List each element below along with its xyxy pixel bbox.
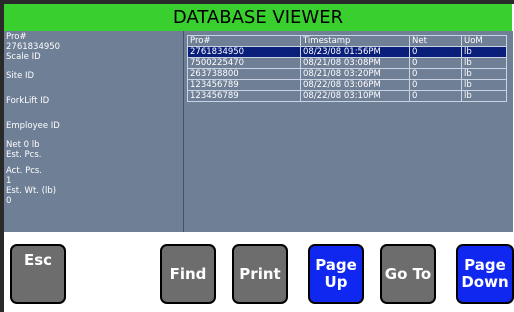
table-row[interactable]: 123456789 08/22/08 03:10PM 0 lb <box>187 90 507 102</box>
button-bar: Esc Find Print Page Up Go To Page Down <box>4 232 514 312</box>
employee-id-label: Employee ID <box>6 121 60 131</box>
table-cell: lb <box>461 90 507 102</box>
table-cell: lb <box>461 79 507 91</box>
esc-button[interactable]: Esc <box>10 244 66 304</box>
page-up-button[interactable]: Page Up <box>308 244 364 304</box>
title-bar: DATABASE VIEWER <box>4 4 512 32</box>
pro-label: Pro# <box>6 32 27 42</box>
page-title: DATABASE VIEWER <box>172 7 344 28</box>
go-to-button[interactable]: Go To <box>380 244 436 304</box>
table-row[interactable]: 263738800 08/21/08 03:20PM 0 lb <box>187 68 507 80</box>
table-row[interactable]: 123456789 08/22/08 03:06PM 0 lb <box>187 79 507 91</box>
site-id-label: Site ID <box>6 71 35 81</box>
find-button[interactable]: Find <box>160 244 216 304</box>
table-cell: 0 <box>409 57 462 69</box>
find-button-label: Find <box>169 264 207 283</box>
est-wt-value: 0 <box>6 196 12 206</box>
est-wt-label: Est. Wt. (lb) <box>6 186 57 196</box>
table-row[interactable]: 2761834950 08/23/08 01:56PM 0 lb <box>187 46 507 58</box>
table-cell: 263738800 <box>187 68 301 80</box>
table-cell: 7500225470 <box>187 57 301 69</box>
forklift-id-label: ForkLift ID <box>6 96 50 106</box>
esc-button-label: Esc <box>23 251 53 269</box>
act-pcs-value: 1 <box>6 176 12 186</box>
table-cell: 123456789 <box>187 90 301 102</box>
table-cell: 123456789 <box>187 79 301 91</box>
est-pcs-label: Est. Pcs. <box>6 150 42 160</box>
table-header-row: Pro# Timestamp Net UoM <box>187 35 507 47</box>
go-to-button-label: Go To <box>384 264 432 283</box>
column-header-net: Net <box>409 35 462 47</box>
page-down-button[interactable]: Page Down <box>456 244 514 304</box>
record-details-panel: Pro# 2761834950 Scale ID Site ID ForkLif… <box>4 31 183 232</box>
net-weight-label: Net 0 lb <box>6 140 40 150</box>
column-header-pro: Pro# <box>187 35 301 47</box>
column-header-timestamp: Timestamp <box>300 35 410 47</box>
table-cell: 2761834950 <box>187 46 301 58</box>
table-cell: 08/22/08 03:06PM <box>300 79 410 91</box>
column-header-uom: UoM <box>461 35 507 47</box>
table-cell: lb <box>461 46 507 58</box>
records-table: Pro# Timestamp Net UoM 2761834950 08/23/… <box>187 35 507 102</box>
table-cell: lb <box>461 57 507 69</box>
pro-value: 2761834950 <box>6 42 61 52</box>
table-cell: 0 <box>409 46 462 58</box>
table-cell: lb <box>461 68 507 80</box>
page-down-label-line1: Page <box>464 256 506 274</box>
table-cell: 0 <box>409 90 462 102</box>
page-up-label-line1: Page <box>315 256 357 274</box>
table-cell: 0 <box>409 68 462 80</box>
table-cell: 08/21/08 03:08PM <box>300 57 410 69</box>
act-pcs-label: Act. Pcs. <box>6 166 43 176</box>
page-down-label-line2: Down <box>461 273 509 291</box>
table-row[interactable]: 7500225470 08/21/08 03:08PM 0 lb <box>187 57 507 69</box>
scale-id-label: Scale ID <box>6 52 41 62</box>
table-cell: 0 <box>409 79 462 91</box>
records-table-panel: Pro# Timestamp Net UoM 2761834950 08/23/… <box>183 31 513 232</box>
table-cell: 08/22/08 03:10PM <box>300 90 410 102</box>
print-button[interactable]: Print <box>232 244 288 304</box>
table-cell: 08/21/08 03:20PM <box>300 68 410 80</box>
print-button-label: Print <box>239 264 281 283</box>
page-up-label-line2: Up <box>324 273 348 291</box>
table-cell: 08/23/08 01:56PM <box>300 46 410 58</box>
